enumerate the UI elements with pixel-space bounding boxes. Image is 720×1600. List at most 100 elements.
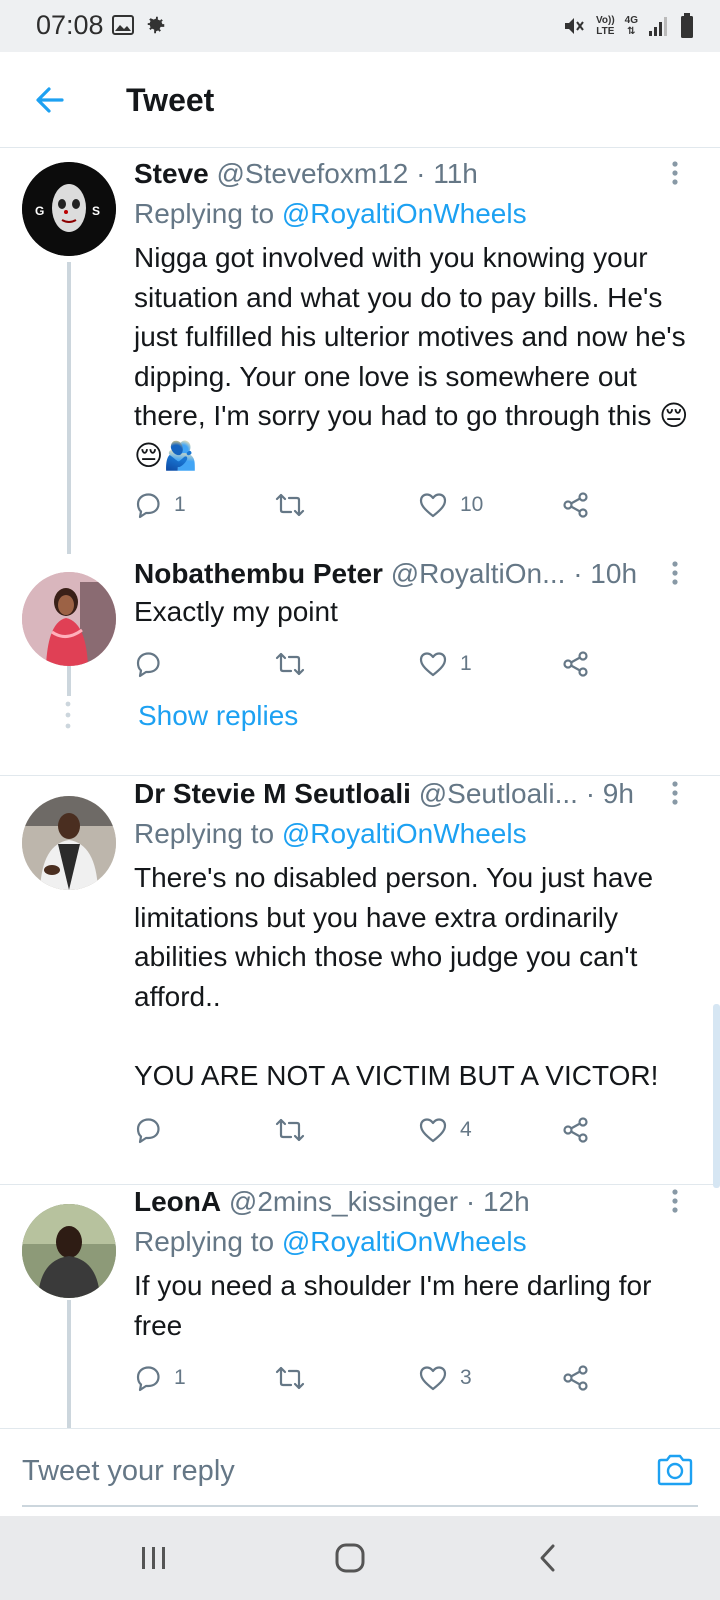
recents-icon[interactable] — [136, 1540, 172, 1576]
4g-icon: 4G ⇅ — [624, 15, 638, 37]
camera-icon[interactable] — [656, 1453, 694, 1487]
reply-icon — [136, 1118, 160, 1144]
home-icon[interactable] — [332, 1540, 368, 1576]
heart-icon — [419, 652, 447, 677]
tweet-header: Dr Stevie M Seutloali @Seutloali... · 9h — [134, 776, 660, 812]
share-icon — [563, 1117, 588, 1143]
user-handle[interactable]: @2mins_kissinger — [229, 1186, 458, 1217]
more-options-icon[interactable] — [670, 1188, 680, 1214]
like-button[interactable]: 4 — [418, 1112, 472, 1148]
tweet-text: If you need a shoulder I'm here darling … — [134, 1270, 652, 1341]
signal-icon — [649, 17, 667, 36]
more-options-icon[interactable] — [670, 780, 680, 806]
thread-line — [67, 1300, 71, 1428]
battery-icon — [681, 13, 693, 38]
tweet-header: LeonA @2mins_kissinger · 12h — [134, 1184, 660, 1220]
share-icon — [563, 1365, 588, 1391]
user-name[interactable]: Steve — [134, 158, 209, 189]
reply-button[interactable]: 1 — [134, 1360, 186, 1396]
reply-icon — [136, 493, 160, 519]
like-count: 10 — [460, 493, 484, 516]
tweet-actions: 1 3 — [134, 1360, 604, 1396]
reply-button[interactable]: 1 — [134, 487, 186, 523]
tweet-actions: 1 10 — [134, 487, 604, 523]
mute-icon — [564, 18, 584, 34]
retweet-button[interactable] — [274, 1360, 318, 1396]
user-name[interactable]: Nobathembu Peter — [134, 558, 383, 589]
avatar-image — [22, 1204, 116, 1298]
svg-text:G: G — [35, 204, 44, 218]
tweet-actions: 1 — [134, 646, 604, 682]
tweet-time: · 12h — [465, 1186, 530, 1217]
retweet-icon — [275, 652, 305, 676]
svg-text:S: S — [92, 204, 100, 218]
reply-input[interactable]: Tweet your reply — [22, 1455, 235, 1488]
heart-icon — [419, 493, 447, 518]
retweet-icon — [275, 1118, 305, 1142]
volte-icon: Vo)) LTE — [595, 15, 615, 37]
gear-icon — [147, 16, 165, 34]
retweet-icon — [275, 1366, 305, 1390]
scrollbar[interactable] — [713, 1004, 720, 1188]
more-options-icon[interactable] — [670, 160, 680, 186]
avatar-image — [22, 796, 116, 890]
replying-to: Replying to @RoyaltiOnWheels — [134, 1226, 527, 1257]
avatar[interactable]: G S — [22, 162, 116, 256]
share-icon — [563, 651, 588, 677]
reply-composer: Tweet your reply — [0, 1428, 720, 1516]
tweet-text: There's no disabled person. You just hav… — [134, 862, 659, 1091]
retweet-button[interactable] — [274, 487, 318, 523]
user-handle[interactable]: @RoyaltiOn... — [391, 558, 566, 589]
status-bar: 07:08 Vo)) LTE 4G ⇅ — [0, 0, 720, 52]
gallery-icon — [112, 15, 134, 35]
back-icon[interactable] — [530, 1540, 566, 1576]
retweet-button[interactable] — [274, 1112, 318, 1148]
avatar[interactable] — [22, 1204, 116, 1298]
avatar-image — [22, 572, 116, 666]
reply-button[interactable] — [134, 646, 174, 682]
retweet-button[interactable] — [274, 646, 318, 682]
replying-to: Replying to @RoyaltiOnWheels — [134, 818, 527, 849]
tweet-text: Nigga got involved with you knowing your… — [134, 242, 689, 471]
share-button[interactable] — [562, 1360, 590, 1396]
user-handle[interactable]: @Seutloali... — [419, 778, 578, 809]
tweet-time: · 9h — [585, 778, 634, 809]
like-count: 4 — [460, 1118, 472, 1141]
mention-link[interactable]: @RoyaltiOnWheels — [282, 198, 527, 229]
like-count: 3 — [460, 1366, 472, 1389]
tweet-time: · 10h — [573, 558, 638, 589]
reply-count: 1 — [174, 493, 186, 516]
show-replies-link[interactable]: Show replies — [138, 700, 298, 732]
heart-icon — [419, 1366, 447, 1391]
mention-link[interactable]: @RoyaltiOnWheels — [282, 818, 527, 849]
like-button[interactable]: 10 — [418, 487, 483, 523]
tweet-text: Exactly my point — [134, 596, 338, 627]
user-handle[interactable]: @Stevefoxm12 — [217, 158, 409, 189]
like-button[interactable]: 1 — [418, 646, 472, 682]
share-button[interactable] — [562, 487, 590, 523]
system-nav-bar — [0, 1516, 720, 1600]
user-name[interactable]: LeonA — [134, 1186, 221, 1217]
heart-icon — [419, 1118, 447, 1143]
avatar[interactable] — [22, 572, 116, 666]
arrow-left-icon[interactable] — [30, 80, 70, 120]
retweet-icon — [275, 493, 305, 517]
tweet-header: Nobathembu Peter @RoyaltiOn... · 10h — [134, 556, 660, 592]
app-header: Tweet — [0, 52, 720, 148]
more-options-icon[interactable] — [670, 560, 680, 586]
like-button[interactable]: 3 — [418, 1360, 472, 1396]
mention-link[interactable]: @RoyaltiOnWheels — [282, 1226, 527, 1257]
more-replies-dots-icon — [65, 701, 71, 729]
status-time: 07:08 — [36, 10, 104, 40]
avatar[interactable] — [22, 796, 116, 890]
tweet-time: · 11h — [416, 158, 478, 189]
user-name[interactable]: Dr Stevie M Seutloali — [134, 778, 411, 809]
reply-icon — [136, 1366, 160, 1392]
share-icon — [563, 492, 588, 518]
tweet-actions: 4 — [134, 1112, 604, 1148]
share-button[interactable] — [562, 1112, 590, 1148]
reply-icon — [136, 652, 160, 678]
share-button[interactable] — [562, 646, 590, 682]
replying-to: Replying to @RoyaltiOnWheels — [134, 198, 527, 229]
reply-button[interactable] — [134, 1112, 174, 1148]
